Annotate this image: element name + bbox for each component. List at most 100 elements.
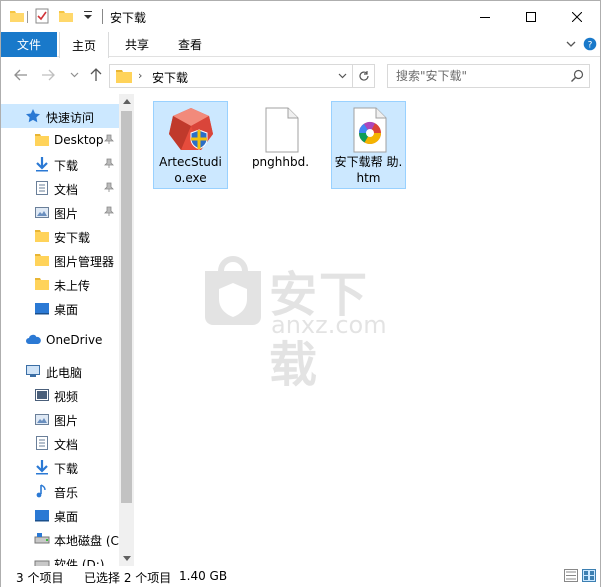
sidebar-item-pictures-pc[interactable]: 图片 [1,407,119,431]
document-icon [34,180,50,196]
folder-icon[interactable] [9,8,25,26]
sidebar-scrollbar[interactable] [119,94,134,566]
search-input[interactable] [388,65,566,87]
sidebar-item-label: 桌面 [54,510,79,524]
customize-quick-access-dropdown[interactable] [83,10,93,28]
properties-icon[interactable] [34,8,50,26]
back-button[interactable] [12,66,30,84]
sidebar-item-downloads-pc[interactable]: 下载 [1,455,119,479]
pin-icon[interactable] [104,157,114,171]
sidebar-item-videos[interactable]: 视频 [1,383,119,407]
music-icon [34,483,50,499]
blank-file-icon [257,106,305,154]
search-box[interactable] [387,64,590,88]
address-bar[interactable]: › 安下载 [109,64,375,88]
artec-installer-icon [167,106,215,154]
chrome-htm-icon [345,106,393,154]
tab-home[interactable]: 主页 [59,32,109,58]
computer-icon [25,363,41,379]
sidebar-item-not-uploaded[interactable]: 未上传 [1,272,119,296]
star-icon [25,108,41,124]
file-item[interactable]: ArtecStudi o.exe [153,101,228,189]
pin-icon[interactable] [104,133,114,147]
sidebar-item-downloads[interactable]: 下载 [1,152,119,176]
forward-button[interactable] [39,66,57,84]
drive-icon [34,531,50,547]
refresh-button[interactable] [352,65,374,87]
sidebar-item-this-pc[interactable]: 此电脑 [1,359,119,383]
sidebar-item-documents[interactable]: 文档 [1,176,119,200]
sidebar-item-desktop-cn[interactable]: 桌面 [1,296,119,320]
sidebar-item-label: 视频 [54,390,79,404]
up-arrow-icon [90,68,102,81]
pin-icon[interactable] [104,181,114,195]
new-folder-icon[interactable] [58,8,74,26]
navigation-bar: › 安下载 [1,58,600,94]
sidebar-item-label: 图片管理器 [54,255,115,269]
sidebar-item-quick-access[interactable]: 快速访问 [1,104,119,128]
folder-icon [34,276,50,292]
tab-share[interactable]: 共享 [112,32,162,57]
address-history-dropdown[interactable] [333,65,351,87]
file-list[interactable]: 安下载 anxz.com ArtecStudi o.exe pnghhbd. 安… [134,94,600,566]
sidebar-item-drive-c[interactable]: 本地磁盘 (C [1,527,119,551]
search-icon[interactable] [570,69,584,86]
explorer-window: 安下载 文件 主页 共享 查看 ? › 安下载 搜索"安下载" 快速访问 Des… [0,0,601,587]
pin-icon[interactable] [104,205,114,219]
sidebar-item-drive-d[interactable]: 软件 (D:) [1,551,119,566]
sidebar-item-music[interactable]: 音乐 [1,479,119,503]
maximize-button[interactable] [508,1,554,32]
minimize-button[interactable] [462,1,508,32]
file-name: 安下载帮 助.htm [334,155,403,185]
large-icons-view-icon[interactable] [582,569,596,582]
folder-icon [34,132,50,148]
sidebar-item-onedrive[interactable]: OneDrive [1,328,119,352]
file-name: pnghhbd. [251,155,310,169]
sidebar-item-label: 文档 [54,438,79,452]
sidebar-item-picture-manager[interactable]: 图片管理器 [1,248,119,272]
sidebar-item-label: 下载 [54,462,79,476]
breadcrumb-current[interactable]: 安下载 [152,69,188,86]
sidebar-item-documents-pc[interactable]: 文档 [1,431,119,455]
svg-text:?: ? [588,41,593,51]
help-icon[interactable]: ? [583,37,597,54]
expand-ribbon-icon[interactable] [565,38,577,53]
tab-file[interactable]: 文件 [1,32,57,57]
sidebar-item-label: OneDrive [46,333,103,347]
scrollbar-thumb[interactable] [121,111,132,503]
up-button[interactable] [87,66,105,84]
sidebar-item-label: 文档 [54,183,79,197]
file-item[interactable]: 安下载帮 助.htm [331,101,406,189]
sidebar-item-pictures[interactable]: 图片 [1,200,119,224]
file-item[interactable]: pnghhbd. [243,101,318,189]
sidebar-item-anxiazai[interactable]: 安下载 [1,224,119,248]
sidebar-item-desktop[interactable]: Desktop [1,128,119,152]
breadcrumb-separator-icon[interactable]: › [138,69,142,82]
sidebar-item-label: 下载 [54,159,79,173]
chevron-down-icon [70,72,78,78]
refresh-icon [358,71,369,81]
maximize-icon [526,11,536,22]
drive-icon [34,555,50,566]
watermark: 安下载 anxz.com [193,253,413,393]
scroll-down-icon[interactable] [119,551,134,566]
file-name: ArtecStudi o.exe [159,155,222,185]
recent-locations-button[interactable] [65,66,83,84]
scroll-up-icon[interactable] [119,94,134,109]
close-button[interactable] [554,1,600,32]
sidebar-item-label: 快速访问 [46,111,95,125]
chevron-down-icon [338,73,347,79]
tab-view[interactable]: 查看 [165,32,215,57]
sidebar-item-label: 桌面 [54,303,79,317]
sidebar-item-desktop-pc[interactable]: 桌面 [1,503,119,527]
sidebar-item-label: 未上传 [54,279,91,293]
details-view-icon[interactable] [564,569,578,582]
folder-icon [34,228,50,244]
pictures-icon [34,204,50,220]
ribbon-tabs: 文件 主页 共享 查看 ? [1,32,600,58]
video-icon [34,387,50,403]
watermark-subtext: anxz.com [271,311,387,339]
minimize-icon [480,16,490,18]
item-count: 3 个项目 [16,571,64,585]
pictures-icon [34,411,50,427]
